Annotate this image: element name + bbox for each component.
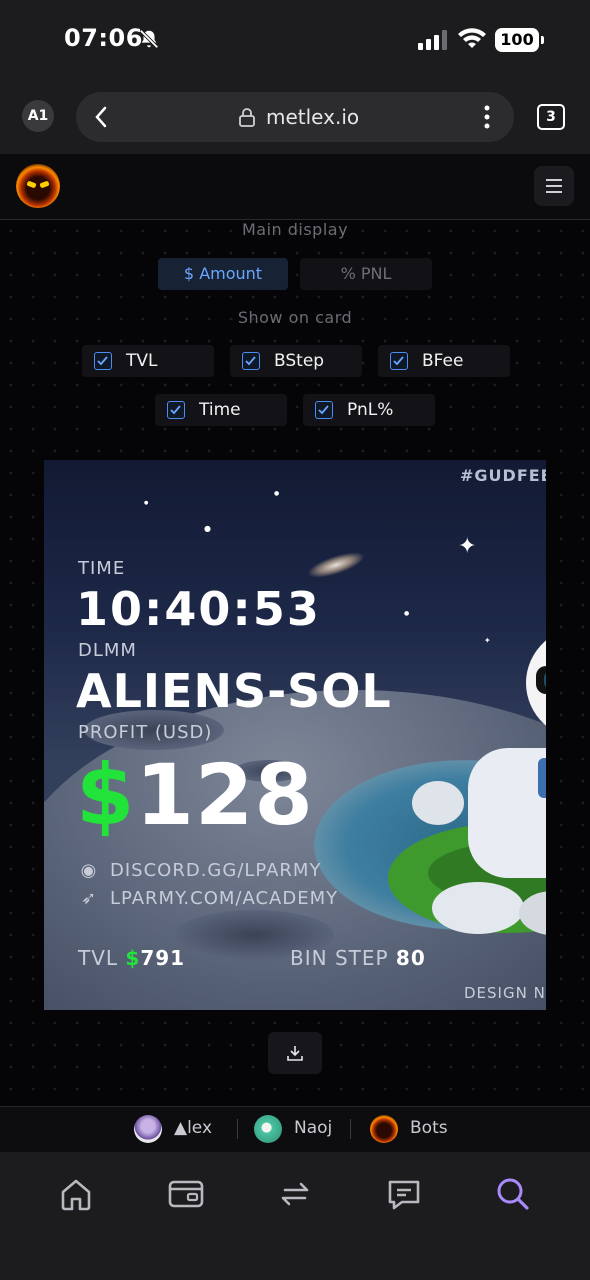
discord-icon: ◉ (80, 860, 98, 881)
bell-muted-icon (139, 29, 159, 49)
tvl-label: TVL (78, 946, 119, 970)
nav-swap[interactable] (273, 1172, 317, 1216)
divider (237, 1119, 238, 1139)
bin-step-stat: BIN STEP 80 (290, 946, 426, 970)
menu-icon-bar (546, 179, 562, 181)
credit-name: Naoj (294, 1118, 333, 1138)
menu-icon-bar (546, 191, 562, 193)
profit-value: 128 (135, 746, 314, 844)
checkbox-box (315, 401, 333, 419)
checkbox-box (390, 352, 408, 370)
download-icon (287, 1046, 303, 1061)
nav-search[interactable] (491, 1172, 535, 1216)
bfee-checkbox[interactable]: BFee (378, 345, 510, 377)
main-display-label: Main display (241, 220, 349, 239)
tvl-stat: TVL $791 (78, 946, 185, 970)
checkbox-box (242, 352, 260, 370)
profit-amount: $128 (76, 746, 314, 844)
pnl-percent-checkbox[interactable]: PnL% (303, 394, 435, 426)
pnl-mode-button[interactable]: % PNL (300, 258, 432, 290)
show-on-card-label: Show on card (237, 308, 353, 327)
amount-mode-button[interactable]: $ Amount (158, 258, 288, 290)
site-logo[interactable] (16, 164, 60, 208)
site-header (0, 154, 590, 220)
logo-eye-left (26, 180, 37, 189)
checkbox-label: PnL% (347, 400, 394, 420)
nav-home[interactable] (54, 1172, 98, 1216)
star-decoration: ● (144, 500, 149, 506)
signal-icon (418, 30, 447, 50)
checkbox-label: BStep (274, 351, 325, 371)
wifi-icon (458, 28, 486, 48)
bin-step-value: 80 (395, 946, 426, 970)
type-label: DLMM (78, 640, 137, 661)
profile-button[interactable]: A1 (22, 100, 54, 132)
home-icon (61, 1179, 91, 1211)
avatar (254, 1115, 282, 1143)
credit-name: ▲lex (174, 1118, 213, 1138)
avatar (370, 1115, 398, 1143)
pair-name: ALIENS-SOL (76, 664, 392, 718)
star-decoration: ● (274, 490, 280, 497)
rocket-icon: ➶ (80, 888, 98, 909)
card-generator-panel: Main display $ Amount % PNL Show on card… (0, 220, 590, 1106)
discord-text: DISCORD.GG/LPARMY (110, 860, 322, 881)
star-decoration: ● (204, 524, 211, 533)
checkbox-label: BFee (422, 351, 464, 371)
avatar (134, 1115, 162, 1143)
checkbox-box (167, 401, 185, 419)
logo-eye-right (39, 180, 50, 189)
check-icon (393, 356, 404, 366)
academy-text: LPARMY.COM/ACADEMY (110, 888, 339, 909)
design-credit: DESIGN N (464, 984, 546, 1002)
checkbox-label: Time (199, 400, 241, 420)
credit-name: Bots (410, 1118, 448, 1138)
wallet-icon (168, 1180, 204, 1208)
galaxy-decoration (304, 547, 368, 583)
back-icon[interactable] (94, 106, 108, 128)
tab-switcher-button[interactable]: 3 (537, 104, 565, 130)
time-label: TIME (78, 558, 126, 579)
discord-link: ◉ DISCORD.GG/LPARMY (78, 860, 321, 881)
address-bar[interactable]: metlex.io (76, 92, 514, 142)
credits-bar: ▲lex Naoj Bots (0, 1106, 590, 1152)
time-value: 10:40:53 (76, 582, 321, 636)
tvl-value: 791 (140, 946, 186, 970)
profit-label: PROFIT (USD) (78, 722, 213, 743)
download-button[interactable] (268, 1032, 322, 1074)
menu-icon-bar (546, 185, 562, 187)
pnl-share-card: ✦ ● ● ● ✦ ● #GUDFEE TIME 10:40:53 DLMM A… (44, 460, 546, 1010)
url-text: metlex.io (266, 105, 360, 129)
tvl-checkbox[interactable]: TVL (82, 345, 214, 377)
check-icon (97, 356, 108, 366)
status-time: 07:06 (64, 24, 143, 52)
nav-chat[interactable] (382, 1172, 426, 1216)
astronaut-cat-illustration (388, 640, 546, 935)
search-icon (497, 1178, 529, 1210)
checkbox-box (94, 352, 112, 370)
profit-currency: $ (76, 746, 136, 844)
swap-icon (281, 1182, 309, 1206)
star-decoration: ✦ (458, 534, 477, 559)
tvl-currency: $ (125, 946, 141, 970)
lock-icon (239, 108, 255, 127)
time-checkbox[interactable]: Time (155, 394, 287, 426)
check-icon (245, 356, 256, 366)
battery-indicator: 100 (495, 28, 544, 52)
more-options-icon[interactable] (482, 105, 492, 129)
hamburger-menu-button[interactable] (534, 166, 574, 206)
status-bar: 07:06 100 (0, 0, 590, 80)
bottom-navigation (0, 1152, 590, 1280)
checkbox-label: TVL (126, 351, 158, 371)
bstep-checkbox[interactable]: BStep (230, 345, 362, 377)
bin-step-label: BIN STEP (290, 946, 389, 970)
hashtag-text: #GUDFEE (460, 466, 546, 485)
check-icon (170, 405, 181, 415)
check-icon (318, 405, 329, 415)
chat-icon (388, 1180, 420, 1210)
browser-toolbar: A1 metlex.io 3 (0, 80, 590, 154)
divider (350, 1119, 351, 1139)
nav-wallet[interactable] (164, 1172, 208, 1216)
academy-link: ➶ LPARMY.COM/ACADEMY (78, 888, 338, 909)
